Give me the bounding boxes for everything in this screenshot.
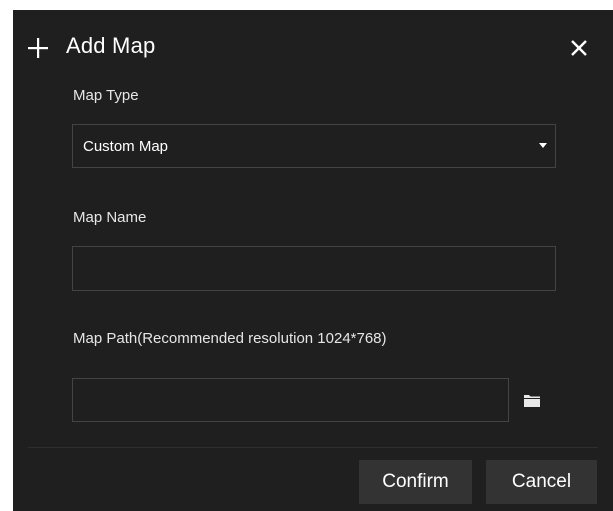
map-type-select[interactable]: Custom Map (72, 124, 556, 168)
map-name-input[interactable] (72, 246, 556, 291)
map-name-label: Map Name (73, 209, 147, 226)
add-map-dialog: Add Map Map Type Custom Map Map Name Map… (13, 10, 613, 511)
cancel-button[interactable]: Cancel (486, 460, 597, 504)
chevron-down-icon (539, 143, 547, 148)
footer-divider (28, 447, 598, 448)
map-type-selected-value: Custom Map (83, 138, 169, 155)
dialog-title-bar: Add Map (13, 10, 613, 90)
folder-icon[interactable] (523, 392, 541, 408)
confirm-button[interactable]: Confirm (359, 460, 472, 504)
map-path-input[interactable] (72, 378, 509, 422)
dialog-title: Add Map (66, 33, 156, 58)
map-type-label: Map Type (73, 87, 139, 104)
plus-icon (28, 38, 48, 58)
close-icon[interactable] (570, 39, 588, 57)
map-path-label: Map Path(Recommended resolution 1024*768… (73, 330, 387, 347)
